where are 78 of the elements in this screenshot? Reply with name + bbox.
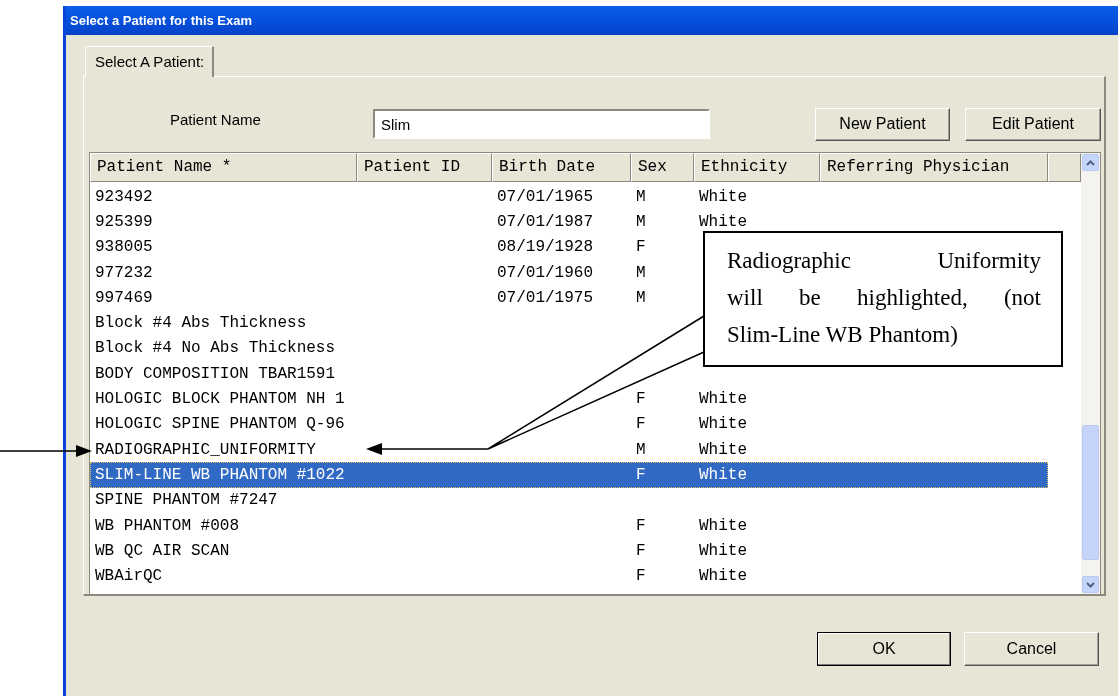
table-row[interactable]: Block #4 Abs Thickness xyxy=(90,310,357,336)
table-cell: 07/01/1960 xyxy=(497,263,593,282)
ok-button[interactable]: OK xyxy=(817,632,951,666)
new-patient-button[interactable]: New Patient xyxy=(815,107,950,141)
column-header[interactable]: Referring Physician xyxy=(820,153,1048,182)
table-cell: 07/01/1975 xyxy=(497,288,593,307)
table-cell: WBAirQC xyxy=(95,567,163,586)
table-cell: M xyxy=(636,440,646,459)
table-cell: F xyxy=(636,516,646,535)
table-row[interactable]: SPINE PHANTOM #7247 xyxy=(90,487,357,513)
table-cell: SLIM-LINE WB PHANTOM #1022 xyxy=(95,465,345,484)
table-cell: RADIOGRAPHIC_UNIFORMITY xyxy=(95,440,316,459)
tab[interactable]: Select A Patient: xyxy=(85,46,215,77)
table-row[interactable]: WB QC AIR SCAN F White xyxy=(90,538,820,564)
table-cell: M xyxy=(636,263,646,282)
table-cell: F xyxy=(636,390,646,408)
column-header[interactable]: Ethnicity xyxy=(694,153,820,182)
table-cell: 923492 xyxy=(95,187,153,206)
table-row[interactable]: WB PHANTOM #008 F White xyxy=(90,512,820,539)
table-cell: Block #4 Abs Thickness xyxy=(95,314,307,333)
table-cell: 997469 xyxy=(95,288,153,307)
cancel-button[interactable]: Cancel xyxy=(964,632,1099,666)
table-cell: 925399 xyxy=(95,212,153,231)
table-cell: HOLOGIC SPINE PHANTOM Q-96 xyxy=(95,415,345,434)
table-cell: M xyxy=(636,288,646,307)
table-cell: White xyxy=(699,415,747,434)
table-cell: White xyxy=(699,567,747,586)
scroll-thumb[interactable] xyxy=(1082,425,1099,560)
scroll-up-button[interactable] xyxy=(1082,154,1099,171)
table-cell: White xyxy=(699,465,747,484)
table-row[interactable]: 997469 07/01/1975 M xyxy=(90,285,694,311)
table-cell: F xyxy=(636,541,646,560)
table-cell: WB QC AIR SCAN xyxy=(95,541,230,560)
table-row[interactable]: SLIM-LINE WB PHANTOM #1022 F White xyxy=(90,462,1048,488)
table-cell: Block #4 No Abs Thickness xyxy=(95,339,336,358)
table-cell: White xyxy=(699,390,747,408)
table-cell: White xyxy=(699,212,747,231)
table-cell: WB PHANTOM #008 xyxy=(95,516,240,535)
table-cell: M xyxy=(636,212,646,231)
table-cell: BODY COMPOSITION TBAR1591 xyxy=(95,364,336,383)
table-row[interactable]: BODY COMPOSITION TBAR1591 xyxy=(90,361,357,387)
table-row[interactable]: 923492 07/01/1965 M White xyxy=(90,184,820,210)
field-label: Patient Name xyxy=(169,110,262,128)
table-cell: 08/19/1928 xyxy=(497,238,593,257)
table-cell: White xyxy=(699,187,747,206)
chevron-down-icon xyxy=(1086,581,1095,588)
scrollbar[interactable] xyxy=(1081,153,1100,594)
table-row[interactable]: WBAirQC F White xyxy=(90,563,820,589)
table-cell: SPINE PHANTOM #7247 xyxy=(95,491,278,510)
table-row[interactable]: Block #4 No Abs Thickness xyxy=(90,335,357,362)
table-cell: White xyxy=(699,440,747,459)
table-cell: F xyxy=(636,238,646,257)
table-cell: HOLOGIC BLOCK PHANTOM NH 1 xyxy=(95,390,345,408)
window-title: Select a Patient for this Exam xyxy=(70,13,253,28)
table-cell: 07/01/1987 xyxy=(497,212,593,231)
chevron-up-icon xyxy=(1086,159,1095,166)
column-header[interactable]: Sex xyxy=(631,153,694,182)
table-cell: F xyxy=(636,465,646,484)
edit-patient-button[interactable]: Edit Patient xyxy=(965,107,1101,141)
table-cell: White xyxy=(699,516,747,535)
column-header[interactable]: Patient ID xyxy=(357,153,492,182)
table-cell: 07/01/1965 xyxy=(497,187,593,206)
table-row[interactable]: HOLOGIC SPINE PHANTOM Q-96 F White xyxy=(90,411,820,437)
table-cell: F xyxy=(636,567,646,586)
table-cell: White xyxy=(699,541,747,560)
table-cell: F xyxy=(636,415,646,434)
table-cell: 977232 xyxy=(95,263,153,282)
column-header[interactable]: Patient Name * xyxy=(90,153,357,182)
table-row[interactable]: 938005 08/19/1928 F xyxy=(90,234,694,260)
callout: Radiographic Uniformity will be highlighted, (not Slim-Line WB Phantom) xyxy=(703,231,1063,367)
table-row[interactable]: HOLOGIC BLOCK PHANTOM NH 1 F White xyxy=(90,386,820,412)
table-cell: M xyxy=(636,187,646,206)
column-header[interactable]: Birth Date xyxy=(492,153,631,182)
scroll-down-button[interactable] xyxy=(1082,576,1099,593)
table-row[interactable]: 977232 07/01/1960 M xyxy=(90,259,694,286)
table-cell: 938005 xyxy=(95,238,153,257)
table-row[interactable]: RADIOGRAPHIC_UNIFORMITY M White xyxy=(90,436,820,463)
patient-name-field[interactable]: Slim xyxy=(373,109,710,139)
